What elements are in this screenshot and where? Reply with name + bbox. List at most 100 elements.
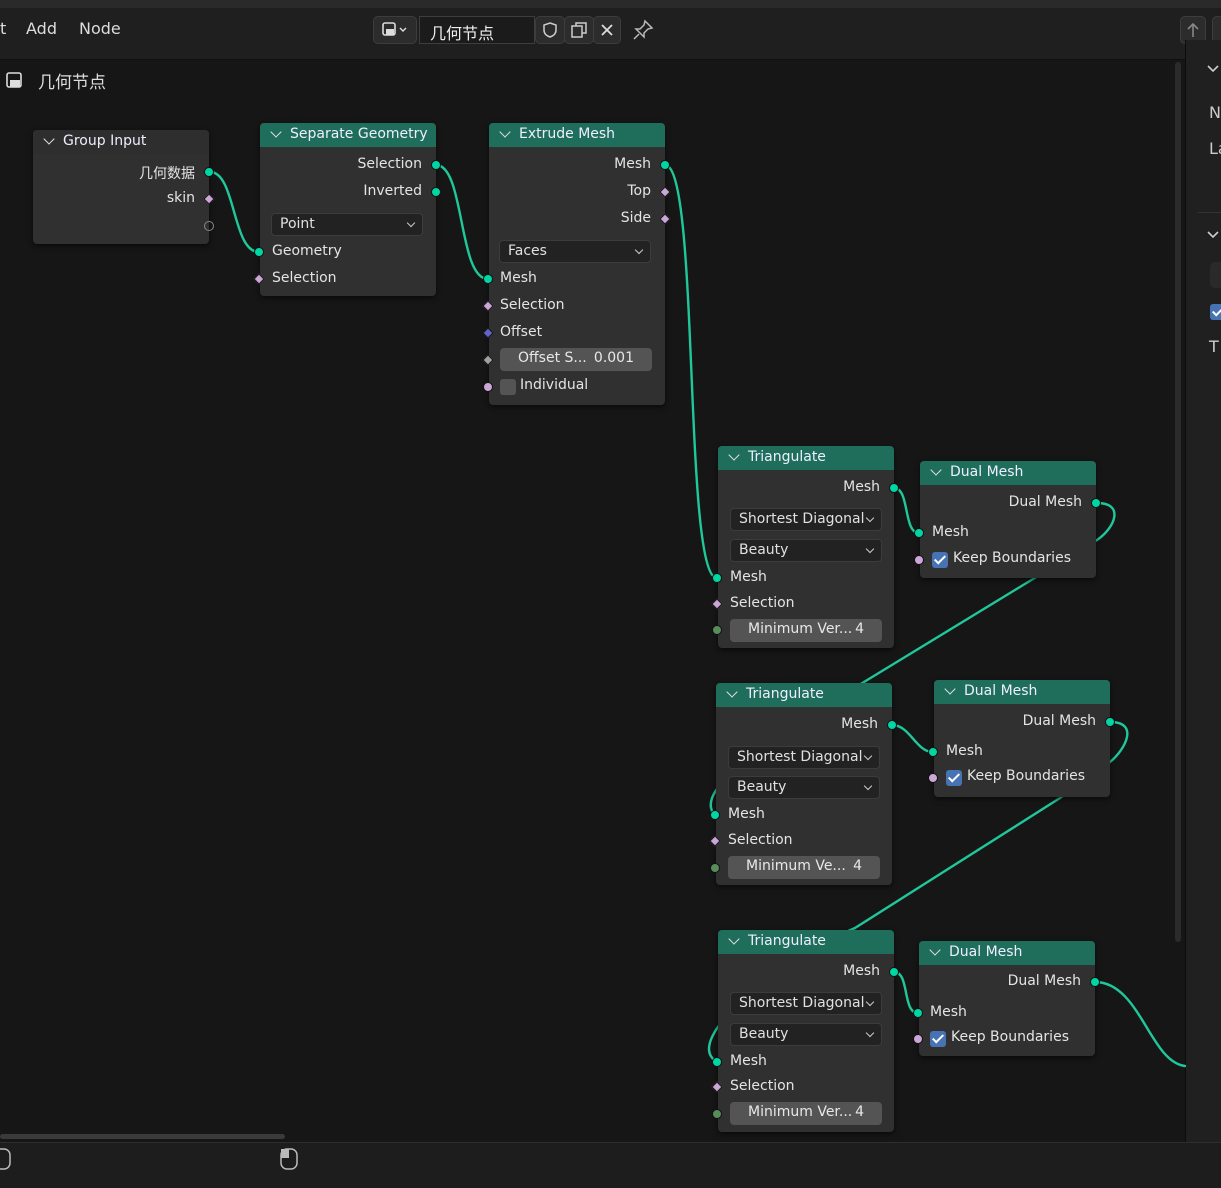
tree-name-field[interactable]: 几何节点 — [419, 16, 535, 44]
chevron-down-icon[interactable] — [929, 944, 941, 956]
status-bar — [0, 1142, 1221, 1188]
output-label: Selection — [357, 156, 422, 172]
input-socket-mesh[interactable] — [483, 274, 493, 284]
input-label: Selection — [728, 832, 793, 848]
output-socket-mesh[interactable] — [660, 160, 670, 170]
input-socket-individual[interactable] — [483, 382, 493, 392]
output-socket-geometry[interactable] — [204, 167, 214, 177]
node-header[interactable]: Triangulate — [718, 930, 894, 954]
input-socket-mesh[interactable] — [710, 810, 720, 820]
individual-checkbox[interactable] — [500, 379, 516, 395]
node-extrude-mesh[interactable]: Extrude Mesh Mesh Top Side Faces Mesh Se… — [482, 123, 671, 405]
chevron-down-icon[interactable] — [1206, 62, 1220, 78]
input-socket-keep-boundaries[interactable] — [913, 1034, 923, 1044]
minimum-vertices-field[interactable]: Minimum Ver... 4 — [730, 1102, 882, 1125]
node-dual-mesh-2[interactable]: Dual Mesh Dual Mesh Mesh Keep Boundaries — [928, 680, 1115, 797]
output-socket-dual-mesh[interactable] — [1090, 977, 1100, 987]
output-socket-mesh[interactable] — [887, 720, 897, 730]
input-socket-mesh[interactable] — [913, 1008, 923, 1018]
close-icon — [601, 24, 613, 36]
node-header[interactable]: Dual Mesh — [919, 941, 1095, 965]
chevron-down-icon[interactable] — [944, 683, 956, 695]
node-header[interactable]: Dual Mesh — [920, 461, 1096, 485]
node-header[interactable]: Dual Mesh — [934, 680, 1110, 704]
node-triangulate-2[interactable]: Triangulate Mesh Shortest Diagonal Beaut… — [709, 683, 897, 885]
output-socket-empty[interactable] — [204, 221, 214, 231]
node-separate-geometry[interactable]: Separate Geometry Selection Inverted Poi… — [253, 123, 441, 296]
node-triangulate-1[interactable]: Triangulate Mesh Shortest Diagonal Beaut… — [711, 446, 899, 648]
output-socket-mesh[interactable] — [889, 483, 899, 493]
tree-browse-button[interactable] — [373, 16, 417, 44]
input-socket-geometry[interactable] — [254, 247, 264, 257]
fake-user-button[interactable] — [535, 16, 565, 44]
dropdown-value: Shortest Diagonal — [737, 749, 863, 765]
chevron-down-icon[interactable] — [43, 133, 55, 145]
node-header[interactable]: Triangulate — [716, 683, 892, 707]
horizontal-scrollbar[interactable] — [0, 1134, 285, 1139]
minimum-vertices-field[interactable]: Minimum Ve... 4 — [728, 856, 880, 879]
input-socket-minimum-vertices[interactable] — [712, 625, 722, 635]
ngon-method-dropdown[interactable]: Beauty — [730, 1023, 882, 1046]
domain-dropdown[interactable]: Point — [271, 213, 423, 236]
output-socket-mesh[interactable] — [889, 967, 899, 977]
output-socket-dual-mesh[interactable] — [1105, 717, 1115, 727]
ngon-method-dropdown[interactable]: Beauty — [728, 776, 880, 799]
output-socket-dual-mesh[interactable] — [1091, 498, 1101, 508]
sidebar-field[interactable] — [1210, 262, 1221, 288]
dropdown-value: Beauty — [737, 779, 787, 795]
output-label: Mesh — [843, 479, 880, 495]
keep-boundaries-checkbox[interactable] — [930, 1031, 946, 1047]
chevron-down-icon[interactable] — [1206, 228, 1220, 244]
node-header[interactable]: Triangulate — [718, 446, 894, 470]
input-socket-keep-boundaries[interactable] — [928, 773, 938, 783]
output-socket-inverted[interactable] — [431, 187, 441, 197]
sidebar-checkbox[interactable] — [1210, 304, 1221, 320]
quad-method-dropdown[interactable]: Shortest Diagonal — [730, 508, 882, 531]
menu-add[interactable]: Add — [26, 19, 57, 38]
chevron-down-icon[interactable] — [726, 686, 738, 698]
duplicate-button[interactable] — [564, 16, 594, 44]
quad-method-dropdown[interactable]: Shortest Diagonal — [728, 746, 880, 769]
pin-button[interactable] — [631, 18, 655, 46]
input-socket-mesh[interactable] — [712, 573, 722, 583]
output-label: Dual Mesh — [1022, 713, 1096, 729]
minimum-vertices-field[interactable]: Minimum Ver... 4 — [730, 619, 882, 642]
chevron-down-icon — [865, 1028, 875, 1038]
input-socket-minimum-vertices[interactable] — [712, 1109, 722, 1119]
input-socket-mesh[interactable] — [914, 528, 924, 538]
output-socket-selection[interactable] — [431, 160, 441, 170]
output-label: Inverted — [363, 183, 422, 199]
unlink-button[interactable] — [593, 16, 621, 44]
keep-boundaries-checkbox[interactable] — [946, 770, 962, 786]
dropdown-value: Shortest Diagonal — [739, 511, 865, 527]
output-label: Dual Mesh — [1008, 494, 1082, 510]
menu-view[interactable]: t — [0, 19, 6, 38]
field-value: 4 — [853, 858, 862, 874]
chevron-down-icon[interactable] — [270, 126, 282, 138]
keep-boundaries-checkbox[interactable] — [932, 552, 948, 568]
node-dual-mesh-1[interactable]: Dual Mesh Dual Mesh Mesh Keep Boundaries — [914, 461, 1101, 578]
node-header[interactable]: Separate Geometry — [260, 123, 436, 147]
node-group-input[interactable]: Group Input 几何数据 skin — [33, 130, 215, 244]
node-triangulate-3[interactable]: Triangulate Mesh Shortest Diagonal Beaut… — [711, 930, 899, 1132]
sidebar-label-t: T — [1209, 337, 1219, 356]
node-header[interactable]: Group Input — [33, 130, 209, 154]
chevron-down-icon[interactable] — [728, 933, 740, 945]
quad-method-dropdown[interactable]: Shortest Diagonal — [730, 992, 882, 1015]
input-socket-keep-boundaries[interactable] — [914, 555, 924, 565]
field-value: 0.001 — [593, 350, 634, 366]
mode-dropdown[interactable]: Faces — [499, 240, 651, 263]
dropdown-value: Beauty — [739, 1026, 789, 1042]
chevron-down-icon[interactable] — [499, 126, 511, 138]
input-socket-mesh[interactable] — [928, 747, 938, 757]
vertical-scrollbar[interactable] — [1175, 62, 1181, 942]
input-socket-minimum-vertices[interactable] — [710, 863, 720, 873]
offset-scale-field[interactable]: Offset S... 0.001 — [500, 348, 652, 371]
input-socket-mesh[interactable] — [712, 1057, 722, 1067]
node-dual-mesh-3[interactable]: Dual Mesh Dual Mesh Mesh Keep Boundaries — [913, 941, 1100, 1056]
menu-node[interactable]: Node — [79, 19, 121, 38]
chevron-down-icon[interactable] — [728, 449, 740, 461]
chevron-down-icon[interactable] — [930, 464, 942, 476]
node-header[interactable]: Extrude Mesh — [489, 123, 665, 147]
ngon-method-dropdown[interactable]: Beauty — [730, 539, 882, 562]
